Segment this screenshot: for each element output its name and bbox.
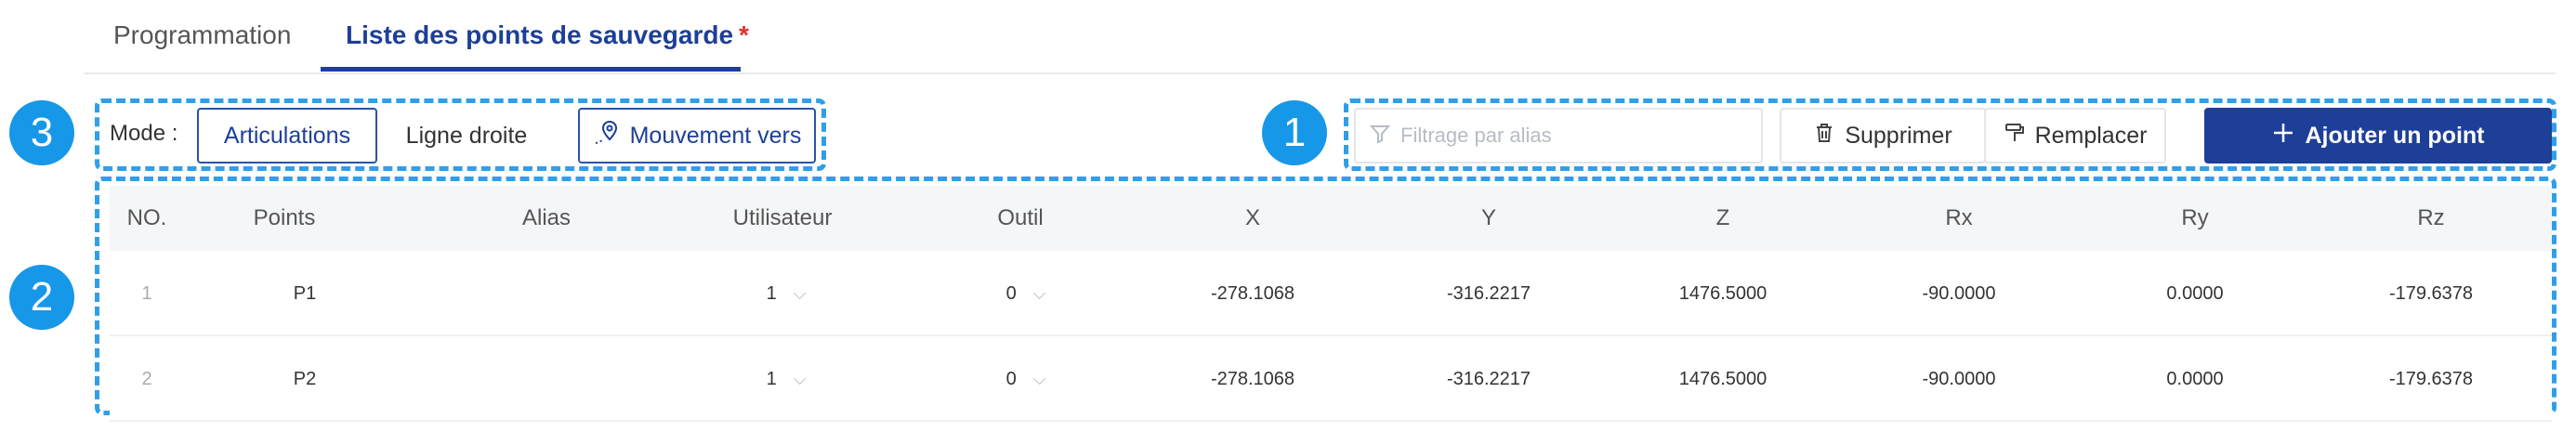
col-header-points: Points	[253, 205, 316, 230]
unsaved-marker: *	[739, 20, 749, 49]
col-header-rz: Rz	[2417, 205, 2445, 230]
col-header-no: NO.	[126, 205, 167, 230]
rx-value: -90.0000	[1922, 368, 1996, 389]
trash-icon	[1813, 122, 1835, 151]
col-header-tool: Outil	[997, 205, 1044, 230]
tab-saved-points[interactable]: Liste des points de sauvegarde *	[346, 20, 749, 50]
col-header-x: X	[1244, 205, 1261, 230]
chevron-down-icon: ⌵	[793, 283, 807, 303]
user-frame-select[interactable]: 1 ⌵	[767, 338, 807, 420]
callout-1: 1	[1262, 100, 1327, 165]
tool-select[interactable]: 0 ⌵	[1006, 338, 1046, 420]
callout-2: 2	[9, 265, 74, 330]
row-number: 2	[141, 368, 152, 389]
tab-bar: Programmation Liste des points de sauveg…	[84, 0, 2556, 74]
add-point-button[interactable]: Ajouter un point	[2204, 108, 2552, 164]
x-value: -278.1068	[1210, 368, 1295, 389]
add-point-label: Ajouter un point	[2305, 122, 2485, 149]
tool-value: 0	[1005, 282, 1017, 304]
paint-roller-icon	[2004, 122, 2026, 151]
z-value: 1476.5000	[1678, 282, 1768, 304]
table-header: NO. Points Alias Utilisateur Outil X Y Z…	[110, 186, 2552, 251]
replace-button[interactable]: Remplacer	[1984, 108, 2166, 164]
plus-icon	[2271, 121, 2295, 151]
chevron-down-icon: ⌵	[1032, 369, 1046, 388]
col-header-z: Z	[1715, 205, 1730, 230]
alias-filter-input[interactable]	[1400, 124, 1754, 148]
delete-button[interactable]: Supprimer	[1780, 108, 1986, 164]
location-route-icon	[593, 119, 621, 153]
point-name: P2	[293, 368, 317, 389]
mode-articulations-button[interactable]: Articulations	[197, 108, 377, 164]
col-header-alias: Alias	[521, 205, 572, 230]
col-header-ry: Ry	[2181, 205, 2209, 230]
rz-value: -179.6378	[2388, 368, 2474, 389]
filter-icon	[1369, 123, 1391, 150]
user-frame-select[interactable]: 1 ⌵	[767, 253, 807, 334]
rz-value: -179.6378	[2388, 282, 2474, 304]
mode-label: Mode :	[110, 121, 178, 146]
col-header-user: Utilisateur	[732, 205, 833, 230]
callout-3: 3	[9, 100, 74, 165]
table-row[interactable]: 2 P2 1 ⌵ 0 ⌵ -278.1068 -316.2217 1476.5000…	[110, 338, 2552, 422]
chevron-down-icon: ⌵	[793, 369, 807, 388]
rx-value: -90.0000	[1922, 282, 1996, 304]
tool-value: 0	[1005, 368, 1017, 389]
col-header-rx: Rx	[1945, 205, 1973, 230]
tab-saved-points-label: Liste des points de sauvegarde	[346, 20, 734, 49]
tab-programmation[interactable]: Programmation	[113, 20, 291, 50]
alias-filter[interactable]	[1354, 108, 1763, 164]
user-frame-value: 1	[766, 282, 777, 304]
table-row[interactable]: 1 P1 1 ⌵ 0 ⌵ -278.1068 -316.2217 1476.5000…	[110, 253, 2552, 336]
y-value: -316.2217	[1446, 368, 1531, 389]
row-number: 1	[141, 282, 152, 304]
y-value: -316.2217	[1446, 282, 1531, 304]
ry-value: 0.0000	[2166, 368, 2224, 389]
move-to-label: Mouvement vers	[629, 122, 802, 149]
user-frame-value: 1	[766, 368, 777, 389]
col-header-y: Y	[1480, 205, 1497, 230]
mode-linear-button[interactable]: Ligne droite	[385, 108, 548, 164]
tool-select[interactable]: 0 ⌵	[1006, 253, 1046, 334]
chevron-down-icon: ⌵	[1032, 283, 1046, 303]
point-name: P1	[293, 282, 317, 304]
replace-label: Remplacer	[2034, 122, 2148, 149]
z-value: 1476.5000	[1678, 368, 1768, 389]
move-to-button[interactable]: Mouvement vers	[578, 108, 816, 164]
active-tab-indicator	[321, 67, 741, 72]
x-value: -278.1068	[1210, 282, 1295, 304]
ry-value: 0.0000	[2166, 282, 2224, 304]
delete-label: Supprimer	[1845, 122, 1952, 149]
